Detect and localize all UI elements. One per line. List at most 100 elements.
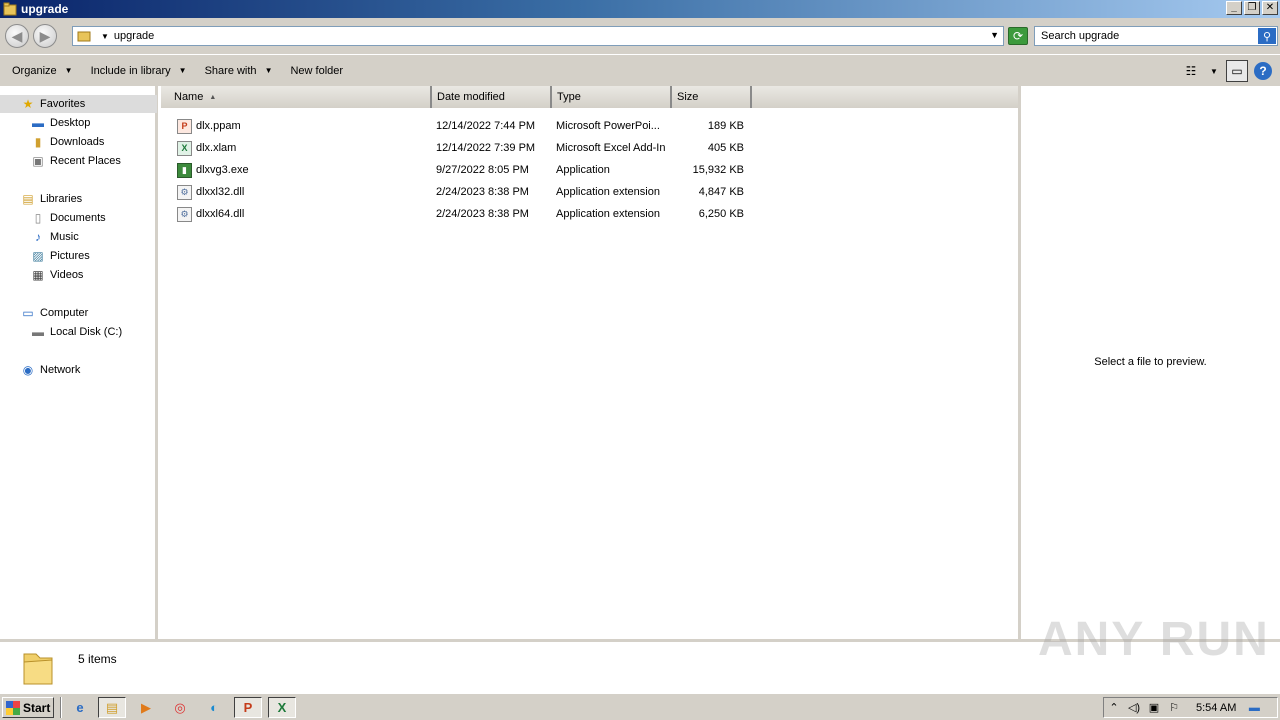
powerpoint-taskbar-icon[interactable]: P xyxy=(234,697,262,718)
help-icon[interactable]: ? xyxy=(1254,62,1272,80)
file-name: dlx.ppam xyxy=(196,120,241,132)
nav-libraries[interactable]: ▤ Libraries xyxy=(20,190,82,208)
action-center-flag-icon[interactable]: ⚐ xyxy=(1164,701,1184,714)
nav-label: Videos xyxy=(50,269,84,281)
exe-icon: ▮ xyxy=(177,162,192,178)
nav-label: Music xyxy=(50,231,79,243)
nav-label: Desktop xyxy=(50,117,91,129)
nav-network[interactable]: ◉ Network xyxy=(20,361,81,379)
forward-button[interactable]: ▶ xyxy=(33,24,57,48)
table-row[interactable]: Xdlx.xlam 12/14/2022 7:39 PM Microsoft E… xyxy=(161,137,761,159)
include-label: Include in library xyxy=(90,64,171,77)
file-list: Name ▲ Date modified Type Size Pdlx.ppam … xyxy=(161,86,1018,639)
network-tray-icon[interactable]: ▣ xyxy=(1144,701,1164,714)
nav-local-disk[interactable]: ▬ Local Disk (C:) xyxy=(30,323,122,341)
edge-icon[interactable]: ◐ xyxy=(200,697,228,718)
nav-videos[interactable]: ▦ Videos xyxy=(30,266,83,284)
table-row[interactable]: Pdlx.ppam 12/14/2022 7:44 PM Microsoft P… xyxy=(161,115,761,137)
show-desktop-icon[interactable]: ▬ xyxy=(1244,702,1264,714)
minimize-button[interactable]: _ xyxy=(1226,1,1242,15)
nav-computer[interactable]: ▭ Computer xyxy=(20,304,88,322)
column-header-label: Size xyxy=(677,91,699,103)
file-size: 189 KB xyxy=(707,120,744,132)
nav-label: Network xyxy=(40,364,81,376)
column-headers: Name ▲ Date modified Type Size xyxy=(161,86,1018,108)
pictures-icon: ▨ xyxy=(32,249,44,263)
music-icon: ♪ xyxy=(35,230,41,244)
downloads-folder-icon: ▮ xyxy=(34,135,42,149)
nav-label: Downloads xyxy=(50,136,105,148)
nav-favorites[interactable]: ★ Favorites xyxy=(0,95,157,113)
address-bar[interactable]: ▼ upgrade ▼ xyxy=(72,26,1004,46)
nav-documents[interactable]: ▯ Documents xyxy=(30,209,106,227)
chrome-icon[interactable]: ◎ xyxy=(166,697,194,718)
new-folder-button[interactable]: New folder xyxy=(284,65,349,77)
folder-icon xyxy=(23,653,53,685)
table-row[interactable]: ⚙ dlxxl32.dll 2/24/2023 8:38 PM Applicati… xyxy=(161,181,761,203)
window-title: upgrade xyxy=(21,2,69,16)
include-in-library-button[interactable]: Include in library ▼ xyxy=(85,65,193,77)
column-header-date[interactable]: Date modified xyxy=(432,86,552,108)
start-button[interactable]: Start xyxy=(2,697,54,718)
sort-ascending-icon: ▲ xyxy=(209,93,217,101)
excel-taskbar-icon[interactable]: X xyxy=(268,697,296,718)
file-name: dlxxl64.dll xyxy=(196,208,245,220)
dll-icon: ⚙ xyxy=(177,184,192,200)
nav-label: Local Disk (C:) xyxy=(50,326,123,338)
file-name: dlxxl32.dll xyxy=(196,186,245,198)
star-icon: ★ xyxy=(22,97,34,111)
nav-downloads[interactable]: ▮ Downloads xyxy=(30,133,105,151)
videos-icon: ▦ xyxy=(32,268,44,282)
excel-icon: X xyxy=(177,140,192,156)
back-button[interactable]: ◀ xyxy=(5,24,29,48)
column-header-name[interactable]: Name ▲ xyxy=(161,86,432,108)
file-type: Microsoft PowerPoi... xyxy=(556,120,660,132)
search-input[interactable] xyxy=(1041,30,1251,42)
address-row: ◀ ▶ ▼ upgrade ▼ ⟳ ⚲ xyxy=(0,18,1280,54)
breadcrumb[interactable]: upgrade xyxy=(114,30,154,42)
taskbar: Start e ▤ ▶ ◎ ◐ P X ⌃ ◁) ▣ ⚐ 5:54 AM ▬ xyxy=(0,693,1280,720)
clock[interactable]: 5:54 AM xyxy=(1196,702,1236,714)
search-icon[interactable]: ⚲ xyxy=(1258,28,1276,44)
disk-icon: ▬ xyxy=(32,325,44,339)
internet-explorer-icon[interactable]: e xyxy=(66,697,94,718)
file-date: 2/24/2023 8:38 PM xyxy=(436,186,529,198)
restore-button[interactable]: ❐ xyxy=(1244,1,1260,15)
file-size: 15,932 KB xyxy=(692,164,744,176)
address-dropdown-icon[interactable]: ▼ xyxy=(990,30,999,40)
view-dropdown-icon[interactable]: ▼ xyxy=(1208,60,1220,82)
search-box[interactable]: ⚲ xyxy=(1034,26,1278,46)
volume-icon[interactable]: ◁) xyxy=(1124,701,1144,714)
media-player-icon[interactable]: ▶ xyxy=(132,697,160,718)
nav-pictures[interactable]: ▨ Pictures xyxy=(30,247,90,265)
explorer-taskbar-icon[interactable]: ▤ xyxy=(98,697,126,718)
recent-places-icon: ▣ xyxy=(32,154,44,168)
file-size: 6,250 KB xyxy=(698,208,744,220)
documents-icon: ▯ xyxy=(34,211,42,225)
close-button[interactable]: ✕ xyxy=(1262,1,1278,15)
nav-recent-places[interactable]: ▣ Recent Places xyxy=(30,152,121,170)
organize-button[interactable]: Organize ▼ xyxy=(6,65,79,77)
nav-desktop[interactable]: ▬ Desktop xyxy=(30,114,90,132)
column-header-size[interactable]: Size xyxy=(672,86,752,108)
title-bar: upgrade _ ❐ ✕ xyxy=(0,0,1280,18)
show-hidden-icons-icon[interactable]: ⌃ xyxy=(1104,701,1124,714)
new-folder-label: New folder xyxy=(290,64,344,77)
preview-pane: Select a file to preview. xyxy=(1018,86,1280,639)
libraries-icon: ▤ xyxy=(22,192,34,206)
nav-music[interactable]: ♪ Music xyxy=(30,228,79,246)
table-row[interactable]: ▮ dlxvg3.exe 9/27/2022 8:05 PM Applicatio… xyxy=(161,159,761,181)
share-with-button[interactable]: Share with ▼ xyxy=(199,65,279,77)
nav-label: Pictures xyxy=(50,250,90,262)
file-type: Application extension xyxy=(556,208,660,220)
table-row[interactable]: ⚙ dlxxl64.dll 2/24/2023 8:38 PM Applicati… xyxy=(161,203,761,225)
view-options-icon[interactable]: ☷ xyxy=(1180,60,1202,82)
organize-label: Organize xyxy=(12,64,57,77)
refresh-button[interactable]: ⟳ xyxy=(1008,27,1028,45)
folder-icon xyxy=(3,2,17,16)
breadcrumb-chevron-icon[interactable]: ▼ xyxy=(101,32,109,41)
preview-pane-button[interactable]: ▭ xyxy=(1226,60,1248,82)
windows-logo-icon xyxy=(6,700,20,715)
column-header-type[interactable]: Type xyxy=(552,86,672,108)
navigation-pane: ★ Favorites ▬ Desktop ▮ Downloads ▣ Recent P… xyxy=(0,86,158,639)
